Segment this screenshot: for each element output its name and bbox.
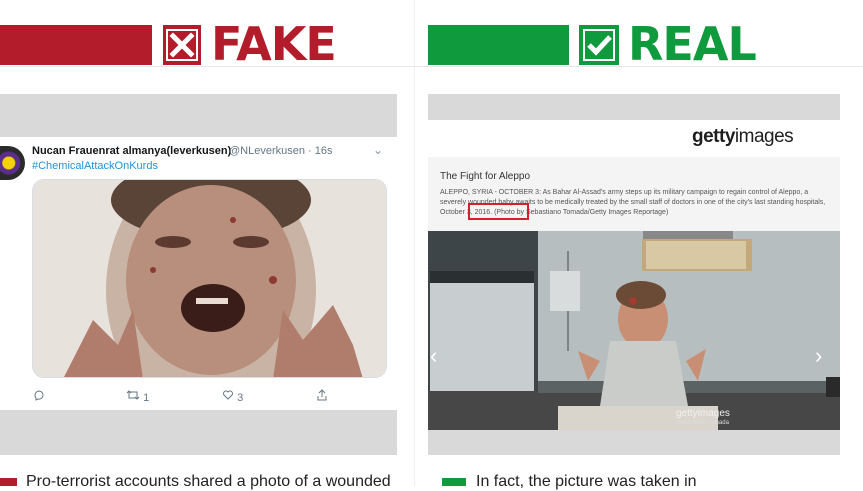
tweet-hashtag[interactable]: #ChemicalAttackOnKurds: [32, 160, 158, 172]
date-highlight-box: [468, 203, 529, 220]
getty-watermark-credit: Sebastiano Tomada: [676, 420, 729, 426]
right-bottom-strip: [428, 430, 840, 455]
previous-arrow-icon[interactable]: ‹: [430, 343, 437, 369]
chevron-down-icon[interactable]: ⌄: [373, 143, 383, 157]
real-label: REAL: [628, 17, 757, 71]
getty-photo[interactable]: [428, 231, 840, 430]
left-bottom-strip: [0, 410, 397, 455]
cross-icon: [163, 25, 201, 65]
fake-label: FAKE: [211, 17, 337, 71]
fake-claim-text: Pro-terrorist accounts shared a photo of…: [26, 473, 391, 490]
tweet-handle[interactable]: @NLeverkusen · 16s: [229, 145, 333, 157]
share-button[interactable]: [316, 389, 328, 404]
retweet-count: 1: [143, 392, 150, 404]
like-button[interactable]: 3: [222, 389, 243, 404]
check-icon: [579, 25, 619, 65]
reply-icon: [34, 390, 44, 401]
reply-button[interactable]: [33, 389, 45, 404]
real-fact-text: In fact, the picture was taken in: [476, 473, 697, 490]
next-arrow-icon[interactable]: ›: [815, 343, 822, 369]
like-count: 3: [237, 392, 244, 404]
retweet-button[interactable]: 1: [126, 389, 149, 404]
tweet-display-name[interactable]: Nucan Frauenrat almanya(leverkusen): [32, 145, 231, 157]
right-top-strip: [428, 94, 840, 120]
left-top-strip: [0, 94, 397, 137]
column-divider: [414, 0, 415, 486]
getty-logo[interactable]: gettyimages: [692, 126, 794, 148]
fake-banner-bar: [0, 25, 152, 65]
caption-title: The Fight for Aleppo: [440, 171, 531, 182]
getty-watermark: gettyimages: [676, 408, 730, 419]
heart-icon: [223, 390, 233, 400]
real-flag-icon: [442, 478, 466, 486]
fake-flag-icon: [0, 478, 17, 486]
tweet-photo[interactable]: [32, 179, 387, 378]
retweet-icon: [126, 390, 140, 400]
real-banner-bar: [428, 25, 569, 65]
share-icon: [317, 389, 327, 401]
